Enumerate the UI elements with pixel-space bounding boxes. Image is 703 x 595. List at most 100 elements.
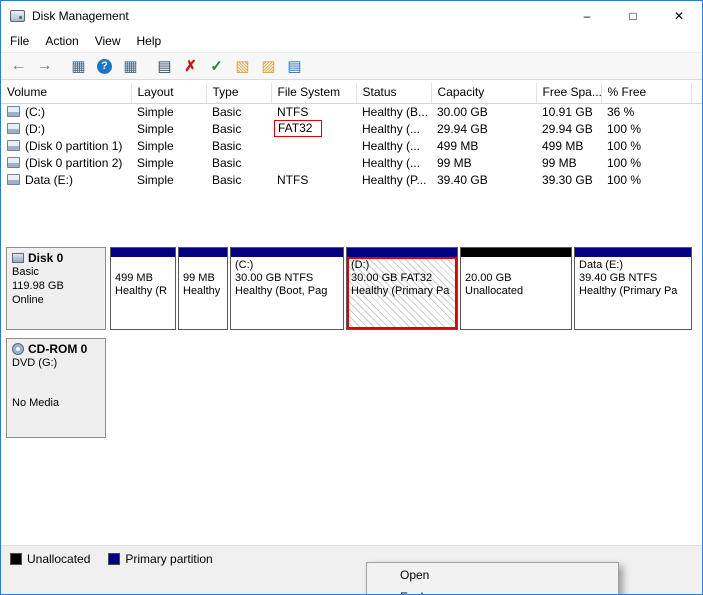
legend-primary-label: Primary partition: [125, 552, 213, 566]
partition-status: Healthy (R: [115, 285, 167, 297]
col-file-system[interactable]: File System: [271, 83, 357, 104]
folder-help-icon[interactable]: ▨: [256, 55, 281, 78]
list-view-icon[interactable]: ▤: [282, 55, 307, 78]
toolbar: ← → ▦ ? ▦ ▤ ✗ ✓ ▧ ▨ ▤: [1, 52, 702, 80]
volume-list-pane: Volume Layout Type File System Status Ca…: [1, 80, 702, 244]
cell-status: Healthy (B...: [362, 104, 429, 119]
cell-volume: (D:): [25, 121, 45, 136]
partition-c[interactable]: (C:) 30.00 GB NTFS Healthy (Boot, Pag: [230, 247, 344, 330]
partition-status: Healthy (Primary Pa: [579, 285, 678, 297]
maximize-button[interactable]: □: [610, 1, 656, 31]
partition-e[interactable]: Data (E:) 39.40 GB NTFS Healthy (Primary…: [574, 247, 692, 330]
disk0-status: Online: [12, 294, 44, 306]
volume-icon: [7, 173, 20, 185]
app-icon: [10, 10, 25, 22]
cell-fs: [271, 154, 356, 171]
disk-management-window: Disk Management – □ ✕ File Action View H…: [0, 0, 703, 595]
col-free-space[interactable]: Free Spa...: [536, 83, 602, 104]
cell-fs: [271, 137, 356, 154]
disk0-name: Disk 0: [28, 251, 64, 265]
toolbar-separator: [144, 55, 151, 78]
disk0-partitions: 499 MB Healthy (R 99 MB Healthy (C:) 30.…: [110, 247, 692, 330]
cell-free: 99 MB: [542, 155, 577, 170]
cell-volume: Data (E:): [25, 172, 74, 187]
check-volume-icon[interactable]: ✓: [204, 55, 229, 78]
primary-partition-bar: [111, 248, 175, 257]
partition-system-reserved[interactable]: 499 MB Healthy (R: [110, 247, 176, 330]
partition-size: 99 MB: [183, 272, 215, 284]
menu-action[interactable]: Action: [37, 32, 86, 51]
partition-unallocated[interactable]: 20.00 GB Unallocated: [460, 247, 572, 330]
cell-free: 29.94 GB: [542, 121, 593, 136]
partition-99mb[interactable]: 99 MB Healthy: [178, 247, 228, 330]
primary-partition-bar: [231, 248, 343, 257]
volume-table: Volume Layout Type File System Status Ca…: [1, 83, 702, 188]
disk0-size: 119.98 GB: [12, 280, 64, 292]
back-icon[interactable]: ←: [6, 55, 31, 78]
partition-size: 30.00 GB NTFS: [235, 272, 314, 284]
help-icon[interactable]: ?: [92, 55, 117, 78]
menu-item-open[interactable]: Open: [367, 565, 618, 587]
col-layout[interactable]: Layout: [131, 83, 207, 104]
partition-status: Healthy (Primary Pa: [351, 285, 450, 297]
forward-icon[interactable]: →: [32, 55, 57, 78]
disk0-type: Basic: [12, 266, 39, 278]
legend-unallocated: Unallocated: [10, 552, 90, 566]
partition-size: 30.00 GB FAT32: [351, 272, 433, 284]
console-tree-icon[interactable]: ▦: [66, 55, 91, 78]
disk0-header[interactable]: Disk 0 Basic 119.98 GB Online: [6, 247, 106, 330]
disk-icon: [12, 253, 24, 263]
menu-help[interactable]: Help: [129, 32, 170, 51]
table-row[interactable]: (C:) Simple Basic NTFS Healthy (B... 30.…: [1, 103, 702, 120]
console-window-icon[interactable]: ▤: [152, 55, 177, 78]
table-row[interactable]: (D:) Simple Basic FAT32 Healthy (... 29.…: [1, 120, 702, 137]
cell-layout: Simple: [137, 155, 174, 170]
cell-free: 10.91 GB: [542, 104, 593, 119]
col-volume[interactable]: Volume: [1, 83, 132, 104]
partition-size: 39.40 GB NTFS: [579, 272, 658, 284]
cell-fs: NTFS: [277, 172, 309, 187]
partition-d-selected[interactable]: (D:) 30.00 GB FAT32 Healthy (Primary Pa: [346, 247, 458, 330]
table-row[interactable]: Data (E:) Simple Basic NTFS Healthy (P..…: [1, 171, 702, 188]
partition-label: [115, 259, 172, 272]
cell-type: Basic: [212, 104, 242, 119]
col-type[interactable]: Type: [206, 83, 272, 104]
menu-view[interactable]: View: [87, 32, 129, 51]
delete-volume-icon[interactable]: ✗: [178, 55, 203, 78]
table-row[interactable]: (Disk 0 partition 2) Simple Basic Health…: [1, 154, 702, 171]
menu-item-explore[interactable]: Explore: [367, 587, 618, 594]
cell-layout: Simple: [137, 138, 174, 153]
unallocated-swatch: [10, 553, 22, 565]
col-pct-free[interactable]: % Free: [601, 83, 692, 104]
close-button[interactable]: ✕: [656, 1, 702, 31]
col-status[interactable]: Status: [356, 83, 432, 104]
volume-icon: [7, 122, 20, 134]
partition-status: Healthy (Boot, Pag: [235, 285, 328, 297]
cell-fs: NTFS: [277, 104, 309, 119]
cell-pct: 100 %: [607, 172, 642, 187]
cdrom-header[interactable]: CD-ROM 0 DVD (G:) No Media: [6, 338, 106, 438]
cell-volume: (Disk 0 partition 2): [25, 155, 123, 170]
cell-layout: Simple: [137, 104, 174, 119]
cdrom-type: DVD (G:): [12, 357, 58, 369]
window-title: Disk Management: [32, 9, 129, 23]
cell-capacity: 29.94 GB: [437, 121, 488, 136]
table-row[interactable]: (Disk 0 partition 1) Simple Basic Health…: [1, 137, 702, 154]
volume-icon: [7, 105, 20, 117]
folder-open-icon[interactable]: ▧: [230, 55, 255, 78]
col-capacity[interactable]: Capacity: [431, 83, 537, 104]
partition-label: Data (E:): [579, 259, 624, 271]
partition-size: 499 MB: [115, 272, 153, 284]
unallocated-bar: [461, 248, 571, 257]
cdrom-name: CD-ROM 0: [28, 342, 88, 356]
cell-status: Healthy (...: [362, 155, 421, 170]
volume-icon: [7, 156, 20, 168]
cdrom-icon: [12, 343, 24, 355]
menu-file[interactable]: File: [2, 32, 37, 51]
cell-volume: (C:): [25, 104, 45, 119]
cell-type: Basic: [212, 155, 242, 170]
minimize-button[interactable]: –: [564, 1, 610, 31]
menubar: File Action View Help: [1, 31, 702, 52]
cell-capacity: 30.00 GB: [437, 104, 488, 119]
action-pane-icon[interactable]: ▦: [118, 55, 143, 78]
